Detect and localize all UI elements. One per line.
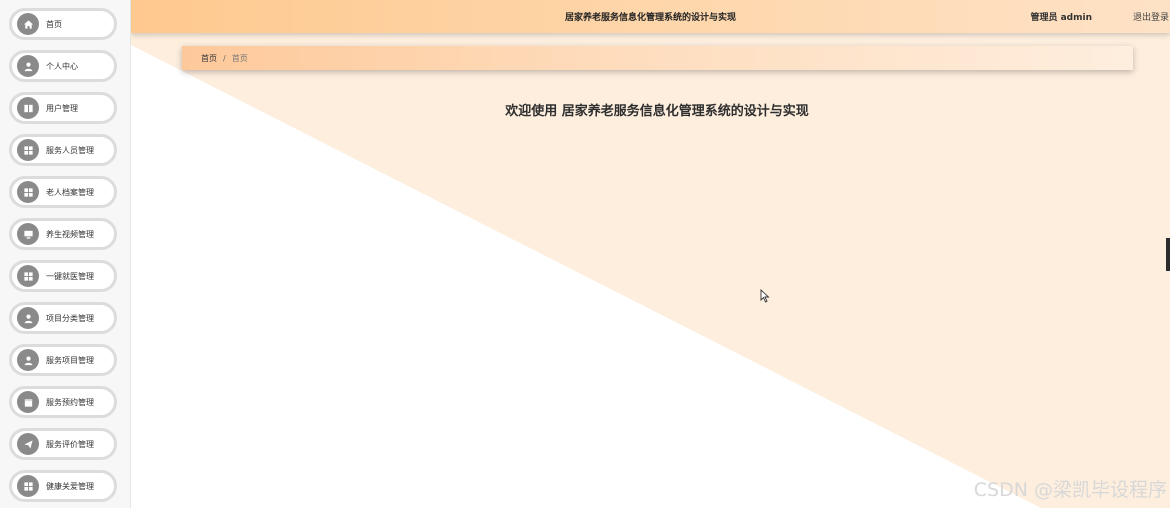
sidebar-item-staff[interactable]: 服务人员管理: [9, 134, 117, 166]
user-icon: [17, 55, 39, 77]
grid-icon: [17, 139, 39, 161]
sidebar-item-health-care[interactable]: 健康关爱管理: [9, 470, 117, 502]
sidebar-item-services[interactable]: 服务项目管理: [9, 344, 117, 376]
app-root: 居家养老服务信息化管理系统的设计与实现 管理员 admin 退出登录 首页 / …: [0, 0, 1170, 508]
top-bar: 居家养老服务信息化管理系统的设计与实现 管理员 admin 退出登录: [131, 0, 1170, 33]
breadcrumb: 首页 / 首页: [182, 46, 1133, 70]
main-content: [131, 0, 1170, 508]
sidebar-item-label: 项目分类管理: [46, 313, 94, 323]
calendar-icon: [17, 391, 39, 413]
sidebar-item-profile[interactable]: 个人中心: [9, 50, 117, 82]
user-icon: [17, 307, 39, 329]
sidebar-item-label: 服务评价管理: [46, 439, 94, 449]
sidebar-item-label: 个人中心: [46, 61, 78, 71]
sidebar-item-label: 服务项目管理: [46, 355, 94, 365]
sidebar-item-elder-records[interactable]: 老人档案管理: [9, 176, 117, 208]
sidebar-item-categories[interactable]: 项目分类管理: [9, 302, 117, 334]
sidebar-item-label: 健康关爱管理: [46, 481, 94, 491]
watermark: CSDN @梁凯毕设程序: [973, 479, 1167, 501]
breadcrumb-home[interactable]: 首页: [201, 53, 217, 64]
sidebar-item-appointments[interactable]: 服务预约管理: [9, 386, 117, 418]
sidebar-item-label: 一键就医管理: [46, 271, 94, 281]
sidebar-item-reviews[interactable]: 服务评价管理: [9, 428, 117, 460]
sidebar: 首页 个人中心 用户管理 服务人员管理 老人档案管理 养生视频管理 一键就医管理…: [0, 0, 131, 508]
sidebar-item-label: 服务预约管理: [46, 397, 94, 407]
sidebar-item-medical[interactable]: 一键就医管理: [9, 260, 117, 292]
grid-icon: [17, 181, 39, 203]
grid-icon: [17, 475, 39, 497]
breadcrumb-separator: /: [223, 53, 226, 63]
logout-link[interactable]: 退出登录: [1133, 10, 1169, 23]
sidebar-item-home[interactable]: 首页: [9, 8, 117, 40]
breadcrumb-current: 首页: [231, 53, 248, 63]
sidebar-item-label: 用户管理: [46, 103, 78, 113]
home-icon: [17, 13, 39, 35]
sidebar-item-users[interactable]: 用户管理: [9, 92, 117, 124]
app-title: 居家养老服务信息化管理系统的设计与实现: [564, 13, 736, 23]
grid-icon: [17, 265, 39, 287]
welcome-heading: 欢迎使用 居家养老服务信息化管理系统的设计与实现: [505, 104, 809, 119]
book-icon: [17, 97, 39, 119]
current-user: 管理员 admin: [1030, 13, 1092, 23]
sidebar-item-health-videos[interactable]: 养生视频管理: [9, 218, 117, 250]
side-handle[interactable]: [1166, 238, 1170, 271]
sidebar-item-label: 首页: [46, 19, 62, 29]
background-shape: [131, 33, 1170, 508]
sidebar-item-label: 养生视频管理: [46, 229, 94, 239]
send-icon: [17, 433, 39, 455]
screen-icon: [17, 223, 39, 245]
sidebar-item-label: 老人档案管理: [46, 187, 94, 197]
mouse-cursor-icon: [760, 289, 770, 303]
sidebar-item-label: 服务人员管理: [46, 145, 94, 155]
user-icon: [17, 349, 39, 371]
